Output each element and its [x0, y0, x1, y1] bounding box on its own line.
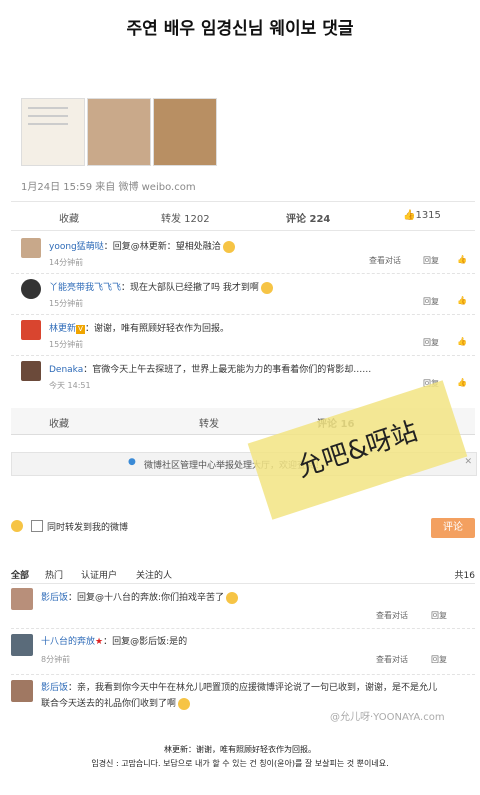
post-action-bar: 收藏 转发 1202 评论 224 👍1315: [11, 201, 475, 231]
comment-time: 今天 14:51: [49, 381, 91, 390]
repost-checkbox[interactable]: [31, 520, 43, 532]
comment-text: ：回复@十八台的奔放:你们拍戏辛苦了: [68, 593, 225, 603]
comment-text: ：亲，我看到你今天中午在林允儿吧置顶的应援微博评论说了一句已收到，谢谢，是不是允…: [68, 683, 438, 693]
comment-button[interactable]: 评论 224: [286, 210, 330, 225]
site-watermark: @允儿呀·YOONAYA.com: [330, 712, 445, 723]
comment-row: Denaka：官微今天上午去探班了，世界上最无能为力的事看着你们的背影却…… 今…: [11, 356, 475, 396]
view-conversation-link[interactable]: 查看对话: [369, 255, 401, 266]
thumb-up-icon: 👍: [403, 210, 416, 221]
comment-author[interactable]: 十八台的奔放: [41, 637, 95, 647]
comment-row: yoong猛萌哒：回复@林更新：望相处融洽 14分钟前 查看对话 回复 👍: [11, 233, 475, 274]
comment-row: 丫能亮带我飞飞飞：现在大部队已经撤了吗 我才到啊 15分钟前 回复 👍: [11, 274, 475, 315]
avatar[interactable]: [21, 279, 41, 299]
emoji-icon: [178, 697, 191, 710]
comment-author[interactable]: 林更新: [49, 324, 76, 334]
post-image-2[interactable]: [87, 98, 151, 166]
avatar[interactable]: [21, 320, 41, 340]
like-icon[interactable]: 👍: [457, 255, 467, 264]
collect-button[interactable]: 收藏: [59, 210, 79, 225]
like-count: 1315: [415, 210, 441, 221]
comment-author[interactable]: yoong猛萌哒: [49, 242, 104, 252]
reply-link[interactable]: 回复: [423, 296, 439, 307]
comment-text: ：回复@影后饭:是的: [103, 637, 188, 647]
like-icon[interactable]: 👍: [457, 296, 467, 305]
repost-button[interactable]: 转发: [199, 415, 219, 430]
avatar[interactable]: [21, 361, 41, 381]
star-icon: ★: [95, 637, 104, 647]
info-icon: ●: [128, 457, 136, 467]
avatar[interactable]: [11, 588, 33, 610]
view-conversation-link[interactable]: 查看对话: [376, 610, 408, 621]
avatar[interactable]: [21, 238, 41, 258]
close-icon[interactable]: ✕: [464, 457, 472, 467]
image-text-line: [28, 115, 68, 117]
post-image-3[interactable]: [153, 98, 217, 166]
comment-row: 十八台的奔放★：回复@影后饭:是的 8分钟前 查看对话 回复: [11, 630, 475, 675]
emoji-icon[interactable]: [11, 520, 23, 532]
reply-link[interactable]: 回复: [431, 654, 447, 665]
comment-text: ：回复@林更新：望相处融洽: [103, 242, 221, 252]
comment-row: 影后饭：回复@十八台的奔放:你们拍戏辛苦了 查看对话 回复: [11, 586, 475, 629]
emoji-icon: [222, 240, 235, 253]
comment-time: 15分钟前: [49, 340, 84, 349]
reply-link[interactable]: 回复: [423, 337, 439, 348]
comment-time: 14分钟前: [49, 258, 84, 267]
comment-filter-bar: 全部 热门 认证用户 关注的人 共16: [11, 565, 475, 584]
comment-author[interactable]: 丫能亮带我飞飞飞: [49, 283, 121, 293]
like-icon[interactable]: 👍: [457, 378, 467, 387]
comment-time: 8分钟前: [41, 655, 71, 664]
filter-hot[interactable]: 热门: [45, 568, 63, 581]
avatar[interactable]: [11, 680, 33, 702]
comment-compose: 同时转发到我的微博 评论: [11, 508, 475, 548]
like-icon[interactable]: 👍: [457, 337, 467, 346]
comment-time: 15分钟前: [49, 299, 84, 308]
comment-count: 共16: [454, 571, 475, 581]
reply-link[interactable]: 回复: [423, 255, 439, 266]
comment-author[interactable]: 影后饭: [41, 683, 68, 693]
reply-link[interactable]: 回复: [431, 610, 447, 621]
verified-icon: V: [76, 325, 86, 334]
image-text-line: [28, 107, 68, 109]
emoji-icon: [226, 591, 239, 604]
image-text-line: [28, 123, 68, 125]
comment-text: ：官微今天上午去探班了，世界上最无能为力的事看着你们的背影却……: [83, 365, 372, 375]
comment-row: 林更新 V ：谢谢，唯有照顾好轻衣作为回报。 15分钟前 回复 👍: [11, 315, 475, 356]
translation-footer: 林更新：谢谢，唯有照顾好轻衣作为回报。 임경신 : 고맙습니다. 보답으로 내가…: [0, 743, 480, 771]
footer-original: 林更新：谢谢，唯有照顾好轻衣作为回报。: [164, 745, 316, 754]
comment-text: ：谢谢，唯有照顾好轻衣作为回报。: [85, 324, 230, 334]
comment-text: ：现在大部队已经撤了吗 我才到啊: [121, 283, 259, 293]
filter-verified[interactable]: 认证用户: [81, 568, 117, 581]
page-title: 주연 배우 임경신님 웨이보 댓글: [126, 19, 354, 39]
collect-button[interactable]: 收藏: [49, 415, 69, 430]
repost-button[interactable]: 转发 1202: [161, 210, 210, 225]
comment-author[interactable]: Denaka: [49, 365, 83, 375]
comment-author[interactable]: 影后饭: [41, 593, 68, 603]
filter-followed[interactable]: 关注的人: [136, 568, 172, 581]
avatar[interactable]: [11, 634, 33, 656]
view-conversation-link[interactable]: 查看对话: [376, 654, 408, 665]
emoji-icon: [260, 281, 273, 294]
weibo-post-panel: 1月24日 15:59 来自 微博 weibo.com 收藏 转发 1202 评…: [11, 96, 475, 401]
post-image-1[interactable]: [21, 98, 85, 166]
post-images: [21, 98, 221, 168]
footer-translation: 임경신 : 고맙습니다. 보답으로 내가 할 수 있는 건 칭이(윤아)를 잘 …: [91, 759, 389, 768]
filter-all[interactable]: 全部: [11, 568, 29, 581]
submit-comment-button[interactable]: 评论: [431, 518, 475, 538]
repost-checkbox-label: 同时转发到我的微博: [47, 523, 129, 533]
comment-text-continued: 联合今天送去的礼品你们收到了啊: [41, 699, 177, 709]
like-button[interactable]: 👍1315: [403, 210, 441, 221]
post-date: 1月24日 15:59 来自 微博 weibo.com: [21, 182, 196, 193]
